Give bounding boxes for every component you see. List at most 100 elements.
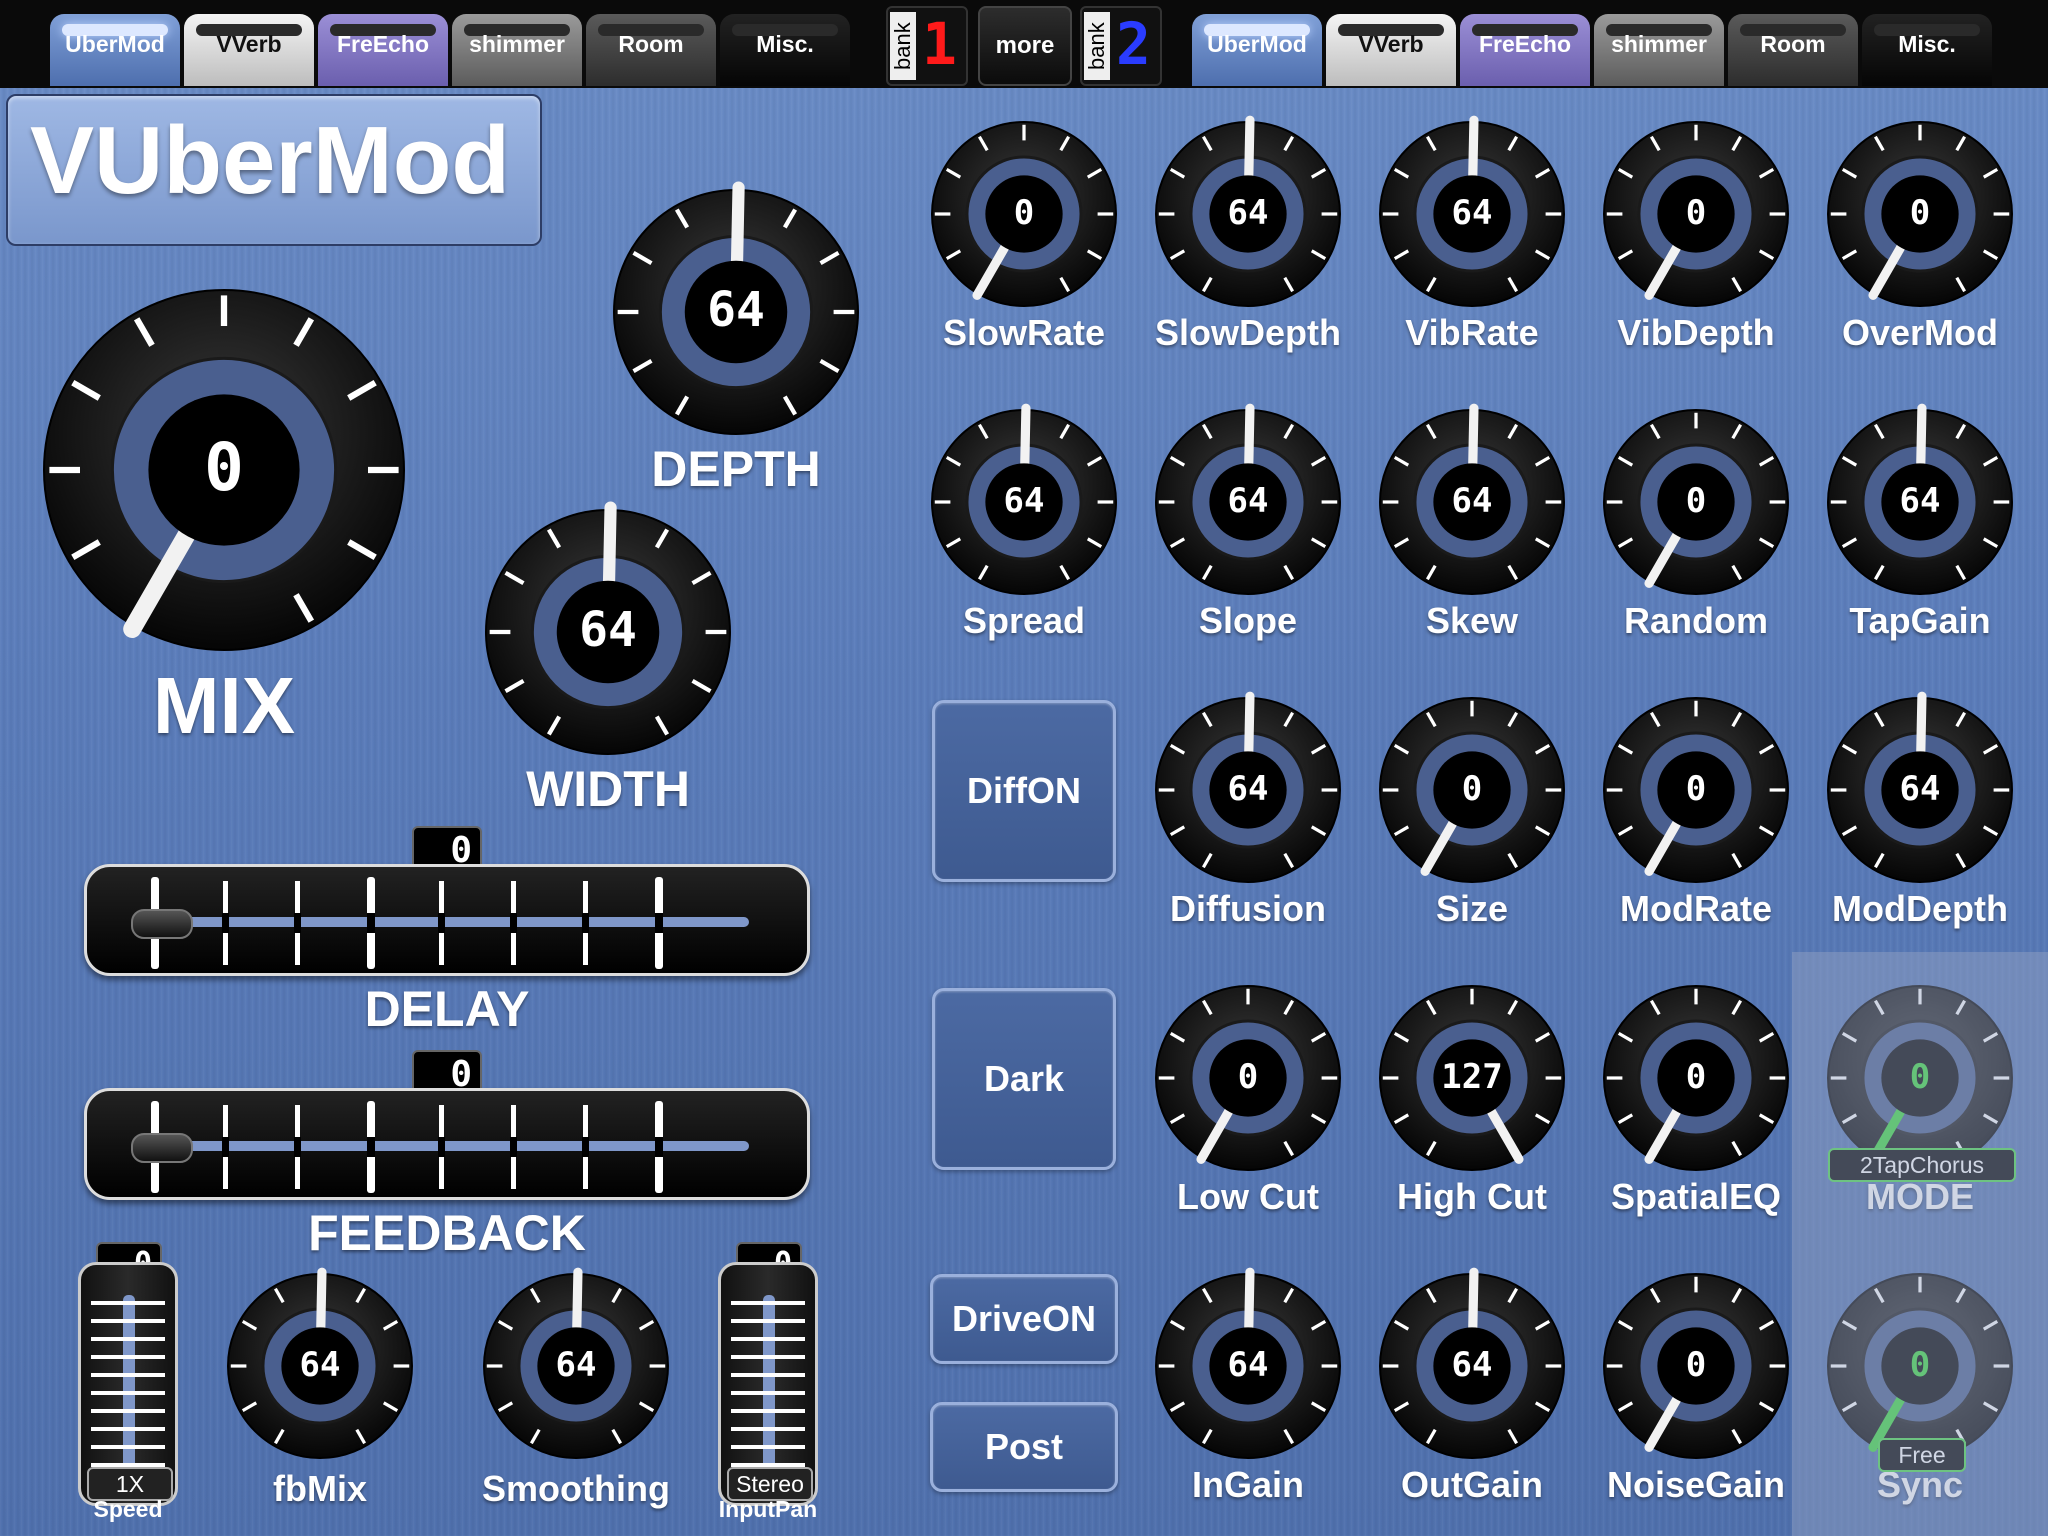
slider-tick — [582, 881, 589, 965]
slider-tick — [367, 877, 375, 969]
width-knob[interactable]: 64 — [466, 490, 750, 774]
knob-pointer — [572, 1267, 583, 1332]
lowcut-value: 0 — [1237, 1056, 1259, 1097]
mix-value: 0 — [204, 429, 244, 507]
bank-2-number: 2 — [1116, 10, 1151, 78]
delay-handle[interactable] — [131, 909, 193, 939]
slider-tick — [582, 1105, 589, 1189]
random-knob[interactable]: 0 — [1584, 390, 1808, 614]
left-tab-room[interactable]: Room — [586, 14, 716, 86]
bank-2-indicator[interactable]: bank 2 — [1080, 6, 1162, 86]
slowrate-value: 0 — [1013, 192, 1035, 233]
fader-tick — [731, 1391, 805, 1395]
spread-knob[interactable]: 64 — [912, 390, 1136, 614]
smoothing-knob[interactable]: 64 — [464, 1254, 688, 1478]
mix-label: MIX — [152, 661, 296, 750]
modrate-value: 0 — [1685, 768, 1707, 809]
highcut-value: 127 — [1441, 1056, 1503, 1097]
slider-tick — [438, 1105, 445, 1189]
right-tab-room[interactable]: Room — [1728, 14, 1858, 86]
dark-button[interactable]: Dark — [932, 988, 1116, 1170]
lowcut-knob[interactable]: 0 — [1136, 966, 1360, 1190]
slowdepth-label: SlowDepth — [1155, 312, 1341, 353]
tab-label: Room — [1760, 31, 1826, 57]
vibdepth-knob[interactable]: 0 — [1584, 102, 1808, 326]
right-tab-misc[interactable]: Misc. — [1862, 14, 1992, 86]
fader-tick — [91, 1373, 165, 1377]
feedback-handle[interactable] — [131, 1133, 193, 1163]
knob-pointer — [730, 181, 745, 267]
knob-pointer — [602, 501, 617, 587]
modrate-knob[interactable]: 0 — [1584, 678, 1808, 902]
feedback-slider[interactable] — [84, 1088, 810, 1200]
slowdepth-knob[interactable]: 64 — [1136, 102, 1360, 326]
delay-slider[interactable] — [84, 864, 810, 976]
tab-label: FreEcho — [1478, 31, 1572, 57]
left-tab-shimmer[interactable]: shimmer — [452, 14, 582, 86]
right-tab-shimmer[interactable]: shimmer — [1594, 14, 1724, 86]
smoothing-label: Smoothing — [482, 1468, 670, 1509]
tapgain-knob[interactable]: 64 — [1808, 390, 2032, 614]
tab-label: Misc. — [756, 31, 814, 57]
right-tab-vverb[interactable]: VVerb — [1326, 14, 1456, 86]
fbmix-knob[interactable]: 64 — [208, 1254, 432, 1478]
knob-pointer — [1244, 115, 1255, 180]
left-tab-ubermod[interactable]: UberMod — [50, 14, 180, 86]
diff-on-button[interactable]: DiffON — [932, 700, 1116, 882]
knob-pointer — [1916, 691, 1927, 756]
outgain-knob[interactable]: 64 — [1360, 1254, 1584, 1478]
slider-tick — [294, 1105, 301, 1189]
fader-tick — [91, 1355, 165, 1359]
fader-tick — [91, 1409, 165, 1413]
fbmix-label: fbMix — [273, 1468, 367, 1509]
left-tab-vverb[interactable]: VVerb — [184, 14, 314, 86]
overmod-knob[interactable]: 0 — [1808, 102, 2032, 326]
ingain-knob[interactable]: 64 — [1136, 1254, 1360, 1478]
vibrate-knob[interactable]: 64 — [1360, 102, 1584, 326]
knob-pointer — [1020, 403, 1031, 468]
bank-1-indicator[interactable]: bank 1 — [886, 6, 968, 86]
moddepth-knob[interactable]: 64 — [1808, 678, 2032, 902]
slope-knob[interactable]: 64 — [1136, 390, 1360, 614]
width-label: WIDTH — [526, 761, 690, 817]
right-tab-ubermod[interactable]: UberMod — [1192, 14, 1322, 86]
post-button[interactable]: Post — [930, 1402, 1118, 1492]
slowrate-knob[interactable]: 0 — [912, 102, 1136, 326]
highcut-knob[interactable]: 127 — [1360, 966, 1584, 1190]
spread-label: Spread — [962, 600, 1086, 641]
size-label: Size — [1435, 888, 1509, 929]
slider-tick — [655, 1101, 663, 1193]
size-knob[interactable]: 0 — [1360, 678, 1584, 902]
inputpan-fader[interactable]: Stereo — [718, 1262, 818, 1506]
left-tab-freecho[interactable]: FreEcho — [318, 14, 448, 86]
delay-label: DELAY — [364, 981, 530, 1037]
mix-knob[interactable]: 0 — [24, 270, 424, 670]
fader-tick — [731, 1409, 805, 1413]
right-tab-freecho[interactable]: FreEcho — [1460, 14, 1590, 86]
skew-knob[interactable]: 64 — [1360, 390, 1584, 614]
more-button[interactable]: more — [978, 6, 1072, 86]
speed-fader[interactable]: 1X — [78, 1262, 178, 1506]
spatialeq-label: SpatialEQ — [1610, 1176, 1782, 1217]
slope-label: Slope — [1198, 600, 1297, 641]
fader-tick — [91, 1337, 165, 1341]
knob-pointer — [1468, 115, 1479, 180]
plugin-title: VUberMod — [30, 107, 510, 214]
diffusion-knob[interactable]: 64 — [1136, 678, 1360, 902]
left-tab-misc[interactable]: Misc. — [720, 14, 850, 86]
spatialeq-value: 0 — [1685, 1056, 1707, 1097]
slider-tick — [510, 881, 517, 965]
random-label: Random — [1624, 600, 1768, 641]
slider-tick — [655, 877, 663, 969]
noisegain-knob[interactable]: 0 — [1584, 1254, 1808, 1478]
slider-tick — [222, 881, 229, 965]
depth-knob[interactable]: 64 — [594, 170, 878, 454]
fader-tick — [731, 1445, 805, 1449]
drive-on-button[interactable]: DriveON — [930, 1274, 1118, 1364]
tab-label: UberMod — [65, 31, 165, 57]
depth-value: 64 — [707, 282, 765, 339]
spatialeq-knob[interactable]: 0 — [1584, 966, 1808, 1190]
slider-tick — [222, 1105, 229, 1189]
random-value: 0 — [1685, 480, 1707, 521]
knob-pointer — [1244, 403, 1255, 468]
